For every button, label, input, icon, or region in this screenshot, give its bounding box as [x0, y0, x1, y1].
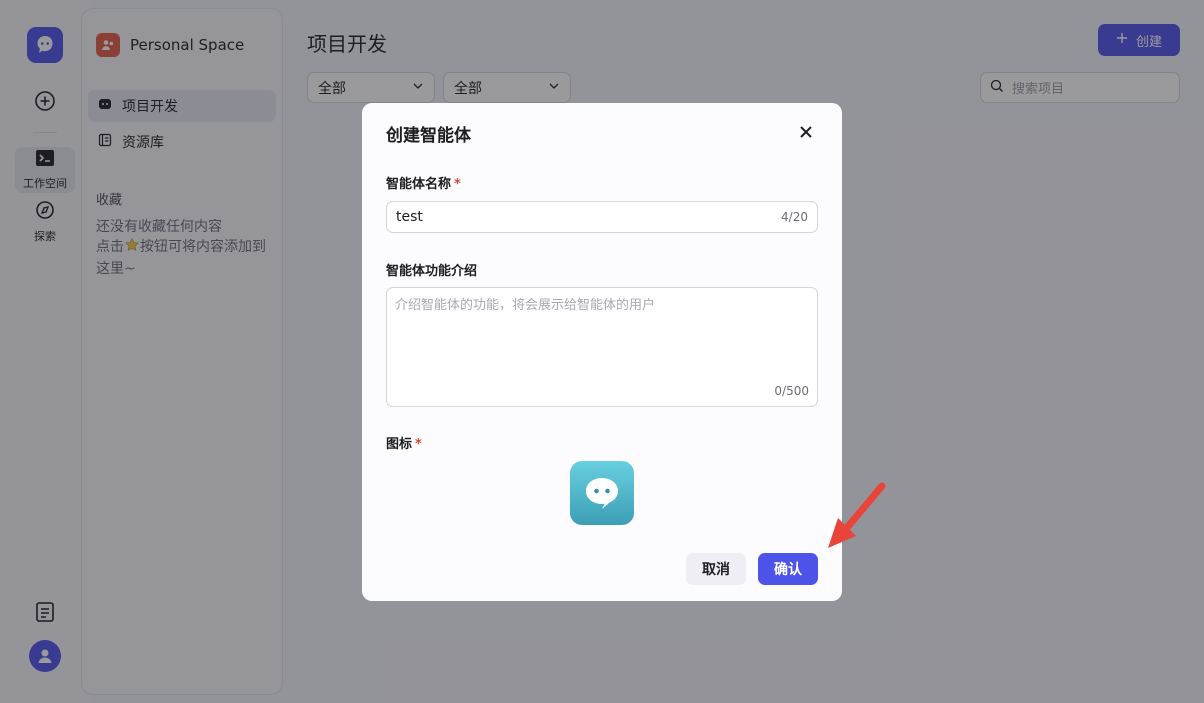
agent-icon-label: 图标 * — [386, 433, 422, 452]
agent-name-input[interactable]: test 4/20 — [386, 201, 818, 233]
cancel-button[interactable]: 取消 — [686, 553, 746, 585]
agent-name-value: test — [396, 209, 423, 225]
required-mark: * — [415, 437, 422, 452]
agent-description-textarea[interactable]: 介绍智能体的功能，将会展示给智能体的用户 0/500 — [386, 287, 818, 407]
agent-description-placeholder: 介绍智能体的功能，将会展示给智能体的用户 — [395, 298, 656, 313]
agent-description-label: 智能体功能介绍 — [386, 260, 477, 279]
field-label-text: 智能体功能介绍 — [386, 264, 478, 279]
field-label-text: 图标 — [386, 437, 413, 452]
field-label-text: 智能体名称 — [386, 177, 452, 192]
dialog-title: 创建智能体 — [386, 126, 471, 146]
required-mark: * — [454, 177, 461, 192]
create-agent-dialog: 创建智能体 智能体名称 * test 4/20 智能体功能介绍 介绍智能体的功能，… — [362, 103, 842, 601]
agent-name-counter: 4/20 — [781, 210, 808, 224]
confirm-button[interactable]: 确认 — [758, 553, 818, 585]
close-icon[interactable] — [798, 124, 814, 140]
annotation-arrow — [822, 478, 894, 558]
agent-name-label: 智能体名称 * — [386, 173, 461, 192]
agent-avatar-icon[interactable] — [570, 461, 634, 525]
agent-description-counter: 0/500 — [774, 384, 809, 398]
